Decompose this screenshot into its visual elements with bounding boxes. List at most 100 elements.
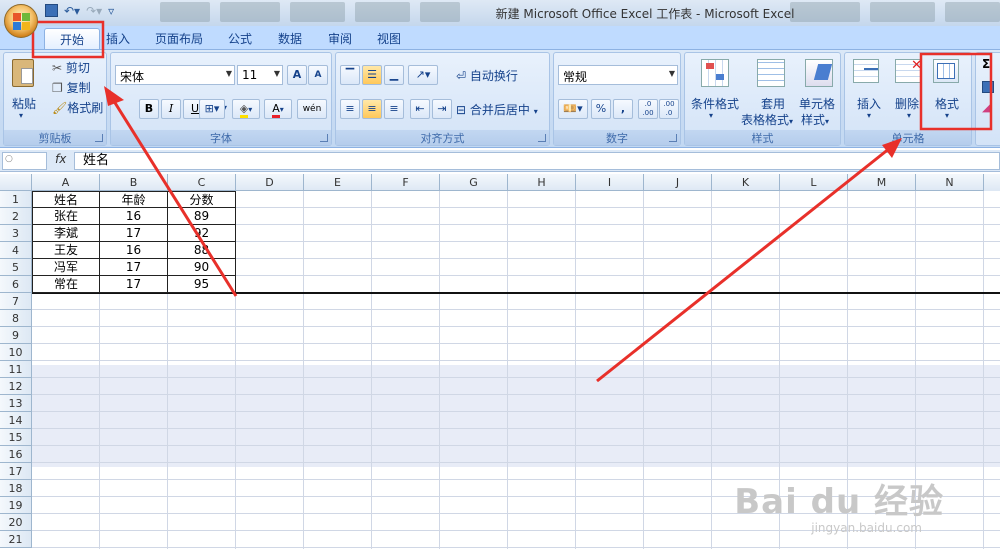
chevron-down-icon[interactable]: ▾ [709,111,713,120]
cell-styles-button[interactable]: 样式▾ [801,111,829,128]
table-header-cell[interactable]: 年龄 [100,191,168,208]
align-top-button[interactable]: ▔ [340,65,360,85]
office-button[interactable] [4,4,38,38]
row-header-15[interactable]: 15 [0,429,32,446]
table-cell[interactable]: 冯军 [32,259,100,276]
table-header-cell[interactable]: 分数 [168,191,236,208]
name-box[interactable]: ○ [2,152,47,170]
redo-icon[interactable]: ↷▾ [86,4,102,18]
merge-center-button[interactable]: ⊟ 合并后居中 ▾ [456,101,538,118]
row-header-10[interactable]: 10 [0,344,32,361]
align-left-button[interactable]: ≡ [340,99,360,119]
row-header-9[interactable]: 9 [0,327,32,344]
column-header-n[interactable]: N [916,174,984,191]
tab-home[interactable]: 开始 [44,28,100,50]
insert-button[interactable]: 插入 [857,95,881,112]
paste-button[interactable]: 粘贴 [12,95,36,112]
table-cell[interactable]: 88 [168,242,236,259]
table-cell[interactable]: 95 [168,276,236,293]
row-header-1[interactable]: 1 [0,191,32,208]
table-cell[interactable]: 李斌 [32,225,100,242]
cell-styles-button-line1[interactable]: 单元格 [799,95,835,112]
format-as-table-button[interactable]: 表格格式▾ [741,111,793,128]
column-header-f[interactable]: F [372,174,440,191]
row-header-8[interactable]: 8 [0,310,32,327]
paste-icon[interactable] [12,59,34,87]
column-header-b[interactable]: B [100,174,168,191]
row-header-19[interactable]: 19 [0,497,32,514]
table-cell[interactable]: 17 [100,259,168,276]
number-launcher-icon[interactable] [669,134,677,142]
worksheet-grid[interactable]: ABCDEFGHIJKLMN 1 2 3 4 5 6 7 8 9 10 11 12 13 14 15 16 17… [0,174,1000,549]
font-color-button[interactable]: A▾ [264,99,292,119]
column-header-c[interactable]: C [168,174,236,191]
column-header-j[interactable]: J [644,174,712,191]
customize-qat-icon[interactable]: ▿ [108,4,114,18]
table-cell[interactable]: 17 [100,276,168,293]
format-button[interactable]: 格式 [935,95,959,112]
table-cell[interactable]: 90 [168,259,236,276]
row-header-18[interactable]: 18 [0,480,32,497]
table-cell[interactable]: 92 [168,225,236,242]
table-cell[interactable]: 89 [168,208,236,225]
tab-insert[interactable]: 插入 [100,28,136,50]
formula-input[interactable]: 姓名 [74,152,1000,170]
bold-button[interactable]: B [139,99,159,119]
row-header-16[interactable]: 16 [0,446,32,463]
column-header-k[interactable]: K [712,174,780,191]
clipboard-launcher-icon[interactable] [95,134,103,142]
row-header-12[interactable]: 12 [0,378,32,395]
table-cell[interactable]: 王友 [32,242,100,259]
save-icon[interactable] [45,4,58,17]
percent-button[interactable]: % [591,99,611,119]
table-cell[interactable]: 16 [100,242,168,259]
grow-font-button[interactable]: A [287,65,307,85]
row-header-4[interactable]: 4 [0,242,32,259]
column-header-l[interactable]: L [780,174,848,191]
row-header-21[interactable]: 21 [0,531,32,548]
fill-icon[interactable] [982,81,994,93]
font-launcher-icon[interactable] [320,134,328,142]
align-middle-button[interactable]: ☰ [362,65,382,85]
fill-color-button[interactable]: ◈▾ [232,99,260,119]
row-header-14[interactable]: 14 [0,412,32,429]
row-header-7[interactable]: 7 [0,293,32,310]
tab-data[interactable]: 数据 [272,28,308,50]
row-header-11[interactable]: 11 [0,361,32,378]
delete-button[interactable]: 删除 [895,95,919,112]
cut-button[interactable]: ✂ 剪切 [52,59,90,76]
table-cell[interactable]: 常在 [32,276,100,293]
chevron-down-icon[interactable]: ▾ [867,111,871,120]
autosum-icon[interactable]: Σ [982,57,990,71]
table-cell[interactable]: 17 [100,225,168,242]
column-header-i[interactable]: I [576,174,644,191]
decrease-decimal-button[interactable]: .00 .0 [659,99,679,119]
clear-eraser-icon[interactable]: ◢ [982,101,994,114]
row-header-2[interactable]: 2 [0,208,32,225]
column-header-a[interactable]: A [32,174,100,191]
table-header-cell[interactable]: 姓名 [32,191,100,208]
increase-decimal-button[interactable]: .0 .00 [638,99,658,119]
column-header-g[interactable]: G [440,174,508,191]
row-header-20[interactable]: 20 [0,514,32,531]
currency-button[interactable]: 💴▾ [558,99,588,119]
italic-button[interactable]: I [161,99,181,119]
comma-button[interactable]: , [613,99,633,119]
orientation-button[interactable]: ↗▾ [408,65,438,85]
phonetic-button[interactable]: wén [297,99,327,119]
format-painter-button[interactable]: 🖌格式刷 [52,99,103,116]
row-header-17[interactable]: 17 [0,463,32,480]
row-header-3[interactable]: 3 [0,225,32,242]
row-header-5[interactable]: 5 [0,259,32,276]
table-cell[interactable]: 张在 [32,208,100,225]
select-all-corner[interactable] [0,174,32,191]
borders-button[interactable]: ⊞▾ [199,99,225,119]
font-size-combobox[interactable]: 11 ▼ [237,65,283,85]
conditional-format-button[interactable]: 条件格式 [691,95,739,112]
shrink-font-button[interactable]: A [308,65,328,85]
increase-indent-button[interactable]: ⇥ [432,99,452,119]
tab-formulas[interactable]: 公式 [222,28,258,50]
chevron-down-icon[interactable]: ▾ [907,111,911,120]
column-header-h[interactable]: H [508,174,576,191]
column-header-m[interactable]: M [848,174,916,191]
